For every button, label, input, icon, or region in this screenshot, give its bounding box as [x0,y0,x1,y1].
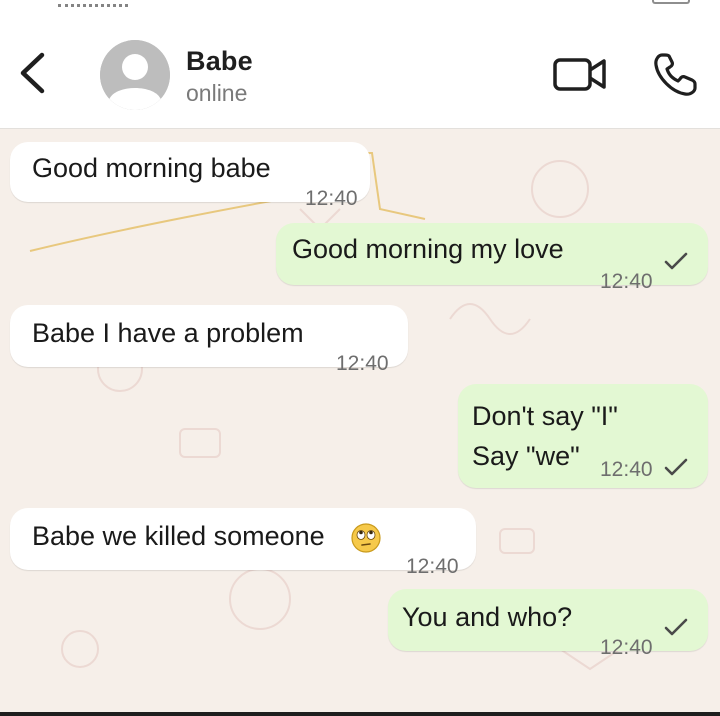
message-list[interactable]: Good morning babe 12:40 Good morning my … [0,129,720,716]
message-time: 12:40 [600,458,653,481]
message-text: Babe we killed someone [32,521,325,551]
sent-check-icon [664,252,688,270]
message-bubble-outgoing[interactable]: You and who? 12:40 [388,589,708,659]
message-bubble-outgoing[interactable]: Don't say "I" Say "we" 12:40 [458,384,708,488]
message-bubble-outgoing[interactable]: Good morning my love 12:40 [276,223,708,293]
face-with-rolling-eyes-icon [351,523,381,553]
contact-name[interactable]: Babe [186,46,253,77]
message-bubble-incoming[interactable]: Good morning babe 12:40 [10,142,370,210]
message-text: Babe I have a problem [32,318,304,348]
message-bubble-incoming[interactable]: Babe I have a problem 12:40 [10,305,408,375]
message-time: 12:40 [305,187,358,210]
message-time: 12:40 [406,555,459,578]
message-text-line: Don't say "I" [472,401,618,431]
message-time: 12:40 [336,352,389,375]
message-text-line: Say "we" [472,441,580,471]
status-bar-fragment [0,0,720,8]
message-time: 12:40 [600,270,653,293]
chat-header: Babe online [0,0,720,129]
message-bubble-incoming[interactable]: Babe we killed someone 12:40 [10,508,476,578]
screen-bottom-edge [0,712,720,716]
back-button[interactable] [14,50,54,96]
sent-check-icon [664,458,688,476]
phone-icon [654,53,697,96]
voice-call-button[interactable] [650,50,700,100]
default-person-avatar-icon [100,40,170,110]
avatar[interactable] [100,40,170,110]
message-text: You and who? [402,602,573,632]
message-text: Good morning babe [32,153,271,183]
video-camera-icon [553,58,606,91]
battery-icon [652,0,690,4]
chevron-left-icon [20,52,45,94]
message-time: 12:40 [600,636,653,659]
contact-status: online [186,80,248,106]
message-text: Good morning my love [292,234,564,264]
sent-check-icon [664,618,688,636]
status-clock-fragment [58,0,128,7]
video-call-button[interactable] [552,52,608,96]
